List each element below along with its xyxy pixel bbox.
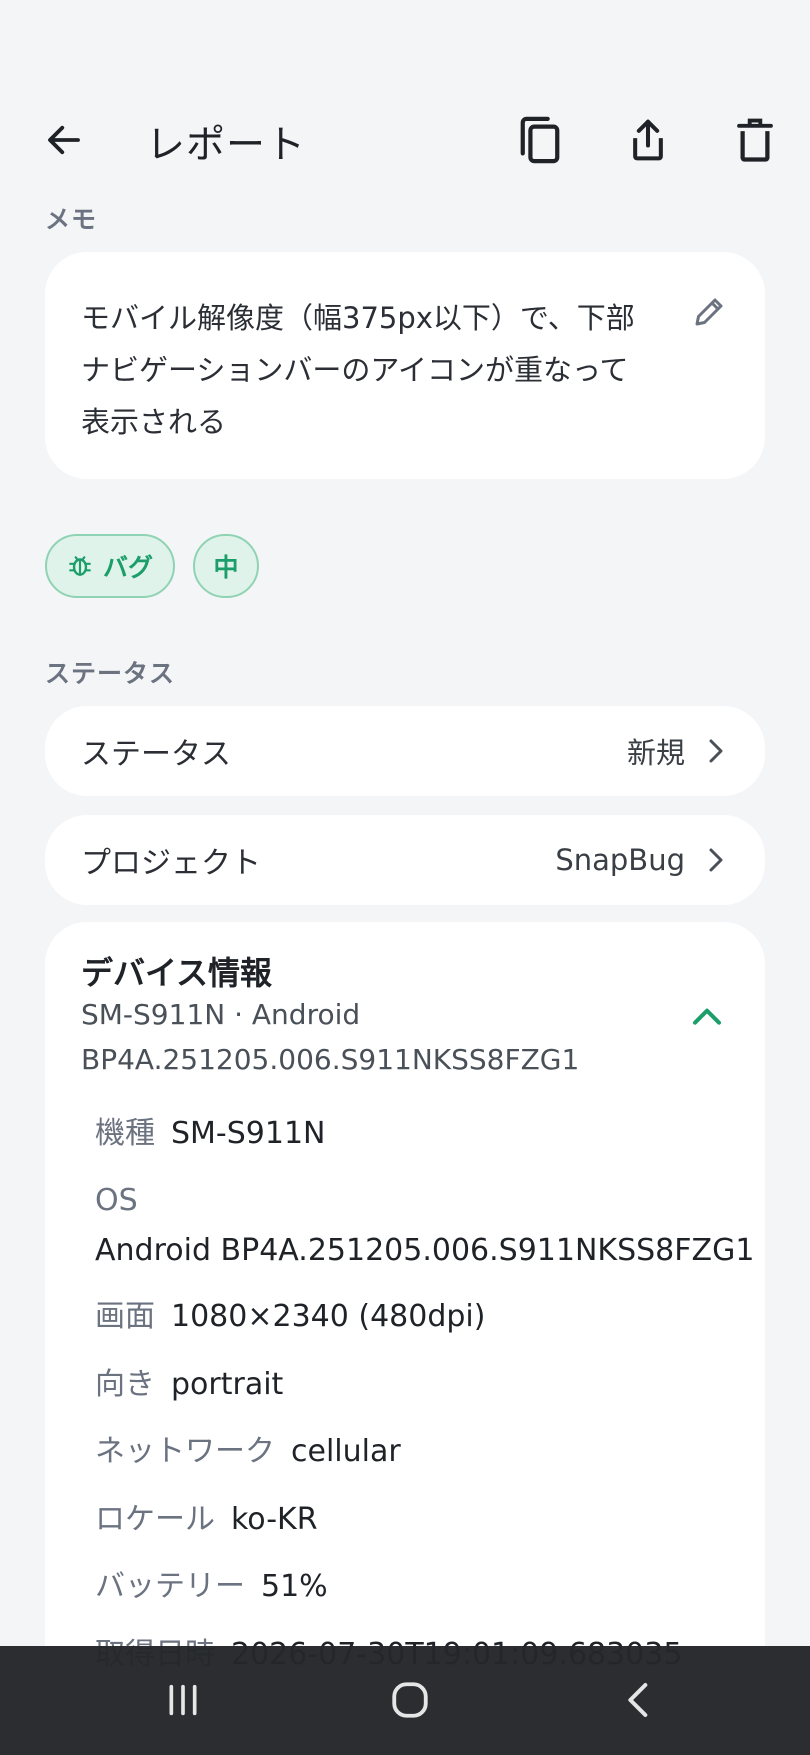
device-network-value: cellular xyxy=(291,1434,401,1469)
pencil-icon xyxy=(695,298,723,326)
top-app-bar: レポート xyxy=(0,90,810,190)
status-row-value: 新規 xyxy=(626,736,685,770)
device-locale-row: ロケール ko-KR xyxy=(95,1495,318,1545)
device-model-value: SM-S911N xyxy=(171,1116,326,1151)
device-info-title: デバイス情報 xyxy=(81,954,273,992)
device-battery-row: バッテリー 51% xyxy=(95,1562,328,1612)
device-battery-label: バッテリー xyxy=(95,1569,245,1604)
chevron-right-icon xyxy=(709,739,723,763)
recents-button[interactable] xyxy=(143,1668,223,1732)
chevron-up-icon xyxy=(693,1008,721,1025)
edit-memo-button[interactable] xyxy=(689,292,729,332)
device-model-label: 機種 xyxy=(95,1116,155,1151)
device-os-row: OS Android BP4A.251205.006.S911NKSS8FZG1 xyxy=(95,1176,754,1276)
status-row[interactable]: ステータス 新規 xyxy=(45,706,765,796)
memo-card: モバイル解像度（幅375px以下）で、下部 ナビゲーションバーのアイコンが重なっ… xyxy=(45,252,765,479)
recents-icon xyxy=(169,1684,197,1716)
device-orientation-label: 向き xyxy=(95,1367,155,1402)
device-locale-value: ko-KR xyxy=(231,1502,318,1537)
device-model-row: 機種 SM-S911N xyxy=(95,1109,326,1159)
device-network-row: ネットワーク cellular xyxy=(95,1427,401,1477)
status-row-label: ステータス xyxy=(81,737,231,772)
device-info-card: デバイス情報 SM-S911N · Android BP4A.251205.00… xyxy=(45,922,765,1722)
device-os-label: OS xyxy=(95,1183,138,1218)
project-row[interactable]: プロジェクト SnapBug xyxy=(45,815,765,905)
memo-line: モバイル解像度（幅375px以下）で、下部 xyxy=(81,301,635,335)
device-orientation-row: 向き portrait xyxy=(95,1360,283,1410)
system-navigation-bar xyxy=(0,1646,810,1755)
project-row-label: プロジェクト xyxy=(81,846,261,881)
project-row-value: SnapBug xyxy=(555,843,685,877)
device-orientation-value: portrait xyxy=(171,1367,284,1402)
bug-icon xyxy=(69,556,91,576)
memo-line: ナビゲーションバーのアイコンが重なって xyxy=(81,353,629,387)
type-chip-label: バグ xyxy=(102,553,153,582)
device-screen-value: 1080×2340 (480dpi) xyxy=(171,1299,486,1334)
device-battery-value: 51% xyxy=(261,1569,328,1604)
memo-text: モバイル解像度（幅375px以下）で、下部 ナビゲーションバーのアイコンが重なっ… xyxy=(81,292,671,448)
delete-button[interactable] xyxy=(727,112,783,168)
home-button[interactable] xyxy=(370,1668,450,1732)
copy-button[interactable] xyxy=(512,112,568,168)
share-icon xyxy=(633,119,663,161)
back-button[interactable] xyxy=(36,112,92,168)
device-os-value: Android BP4A.251205.006.S911NKSS8FZG1 xyxy=(95,1233,755,1268)
device-summary-line: SM-S911N · Android xyxy=(81,998,361,1031)
device-locale-label: ロケール xyxy=(95,1502,215,1537)
system-back-button[interactable] xyxy=(597,1668,677,1732)
home-icon xyxy=(392,1682,428,1718)
device-screen-row: 画面 1080×2340 (480dpi) xyxy=(95,1292,485,1342)
memo-section-label: メモ xyxy=(45,205,98,234)
memo-line: 表示される xyxy=(81,405,227,439)
priority-chip-label: 中 xyxy=(213,553,239,582)
page-title: レポート xyxy=(146,123,307,168)
status-section-label: ステータス xyxy=(45,659,176,688)
device-network-label: ネットワーク xyxy=(95,1434,275,1469)
priority-chip[interactable]: 中 xyxy=(193,534,259,598)
device-screen-label: 画面 xyxy=(95,1299,155,1334)
arrow-left-icon xyxy=(48,125,80,155)
share-button[interactable] xyxy=(620,112,676,168)
device-summary: SM-S911N · Android BP4A.251205.006.S911N… xyxy=(81,992,641,1082)
device-summary-line: BP4A.251205.006.S911NKSS8FZG1 xyxy=(81,1043,580,1076)
collapse-device-info-button[interactable] xyxy=(685,994,729,1038)
copy-icon xyxy=(520,116,560,164)
report-screen: レポート メモ モバイル解像度（幅375px以下）で、下部 ナビゲーションバーの… xyxy=(0,0,810,1755)
chevron-right-icon xyxy=(709,848,723,872)
tag-chips: バグ 中 xyxy=(45,534,259,598)
trash-icon xyxy=(737,118,773,162)
type-chip[interactable]: バグ xyxy=(45,534,175,598)
back-icon xyxy=(628,1683,648,1717)
